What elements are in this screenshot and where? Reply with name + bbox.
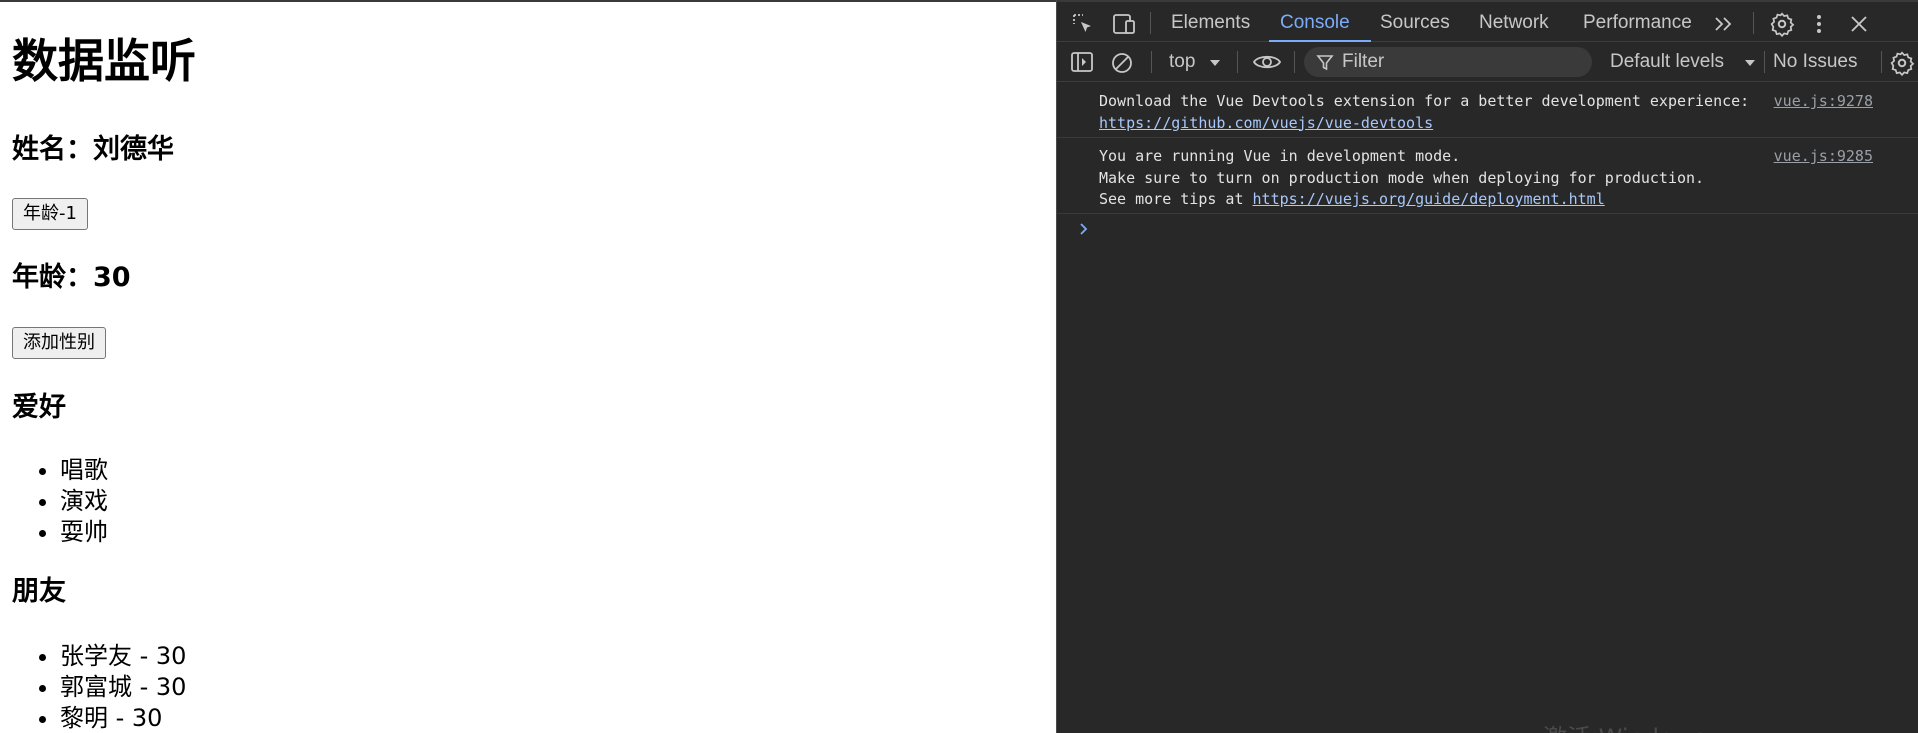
console-message: Download the Vue Devtools extension for … xyxy=(1057,83,1918,138)
page-viewport: 数据监听 姓名：刘德华 年龄-1 年龄：30 添加性别 爱好 唱歌 演戏 耍帅 … xyxy=(0,0,1056,733)
message-source-link[interactable]: vue.js:9278 xyxy=(1774,91,1873,113)
friends-list: 张学友 - 30 郭富城 - 30 黎明 - 30 xyxy=(60,641,186,733)
age-minus-button[interactable]: 年龄-1 xyxy=(12,198,88,230)
inspect-element-icon[interactable] xyxy=(1071,12,1095,36)
devtools-tabbar: Elements Console Sources Network Perform… xyxy=(1057,0,1918,42)
toolbar-divider xyxy=(1764,51,1765,73)
toolbar-divider xyxy=(1151,51,1152,73)
console-output: Download the Vue Devtools extension for … xyxy=(1057,83,1918,733)
clear-console-icon[interactable] xyxy=(1110,51,1134,75)
message-link[interactable]: https://vuejs.org/guide/deployment.html xyxy=(1253,190,1605,208)
message-link[interactable]: https://github.com/vuejs/vue-devtools xyxy=(1099,114,1433,132)
hobbies-list: 唱歌 演戏 耍帅 xyxy=(60,455,108,548)
device-toolbar-icon[interactable] xyxy=(1111,12,1137,36)
list-item: 唱歌 xyxy=(60,455,108,486)
settings-gear-icon[interactable] xyxy=(1769,11,1795,37)
dropdown-arrow-icon[interactable] xyxy=(1744,58,1756,68)
dropdown-arrow-icon[interactable] xyxy=(1209,58,1221,68)
message-source-link[interactable]: vue.js:9285 xyxy=(1774,146,1873,168)
friends-heading: 朋友 xyxy=(12,576,66,607)
console-message-text: Download the Vue Devtools extension for … xyxy=(1099,91,1749,134)
close-icon[interactable] xyxy=(1848,13,1870,35)
tab-sources[interactable]: Sources xyxy=(1380,10,1450,36)
message-line: You are running Vue in development mode. xyxy=(1099,147,1461,165)
page-title: 数据监听 xyxy=(12,34,196,88)
filter-box xyxy=(1304,47,1592,77)
more-tabs-icon[interactable] xyxy=(1713,14,1735,34)
list-item: 张学友 - 30 xyxy=(60,641,186,672)
hobbies-heading: 爱好 xyxy=(12,392,66,423)
tabbar-divider xyxy=(1150,12,1151,34)
add-gender-button[interactable]: 添加性别 xyxy=(12,327,106,359)
message-line: Download the Vue Devtools extension for … xyxy=(1099,92,1750,110)
toolbar-divider xyxy=(1881,51,1882,73)
list-item: 黎明 - 30 xyxy=(60,703,186,733)
tab-performance[interactable]: Performance xyxy=(1583,10,1692,36)
log-levels-dropdown[interactable]: Default levels xyxy=(1610,50,1724,74)
windows-activation-watermark: 激活 Windows xyxy=(1543,718,1706,733)
console-toolbar: top Default levels No Issues xyxy=(1057,42,1918,82)
console-message: You are running Vue in development mode.… xyxy=(1057,138,1918,214)
console-settings-gear-icon[interactable] xyxy=(1889,50,1915,76)
kebab-menu-icon[interactable] xyxy=(1814,12,1824,36)
tab-elements[interactable]: Elements xyxy=(1171,10,1250,36)
prompt-chevron-icon[interactable] xyxy=(1077,221,1091,237)
message-line: Make sure to turn on production mode whe… xyxy=(1099,168,1705,187)
tab-network[interactable]: Network xyxy=(1479,10,1549,36)
context-selector[interactable]: top xyxy=(1169,50,1195,74)
tab-console[interactable]: Console xyxy=(1280,10,1350,36)
message-line: See more tips at xyxy=(1099,190,1253,208)
sidebar-toggle-icon[interactable] xyxy=(1070,51,1094,73)
list-item: 演戏 xyxy=(60,486,108,517)
list-item: 耍帅 xyxy=(60,517,108,548)
console-message-text: You are running Vue in development mode.… xyxy=(1099,146,1704,211)
toolbar-divider xyxy=(1294,51,1295,73)
tabbar-divider xyxy=(1753,12,1754,34)
list-item: 郭富城 - 30 xyxy=(60,672,186,703)
filter-funnel-icon xyxy=(1316,55,1334,71)
devtools-panel: Elements Console Sources Network Perform… xyxy=(1056,0,1918,733)
issues-counter[interactable]: No Issues xyxy=(1773,50,1857,74)
toolbar-divider xyxy=(1237,51,1238,73)
eye-icon[interactable] xyxy=(1252,51,1282,73)
age-line: 年龄：30 xyxy=(12,262,131,293)
filter-input[interactable] xyxy=(1342,51,1582,73)
name-line: 姓名：刘德华 xyxy=(12,134,174,165)
